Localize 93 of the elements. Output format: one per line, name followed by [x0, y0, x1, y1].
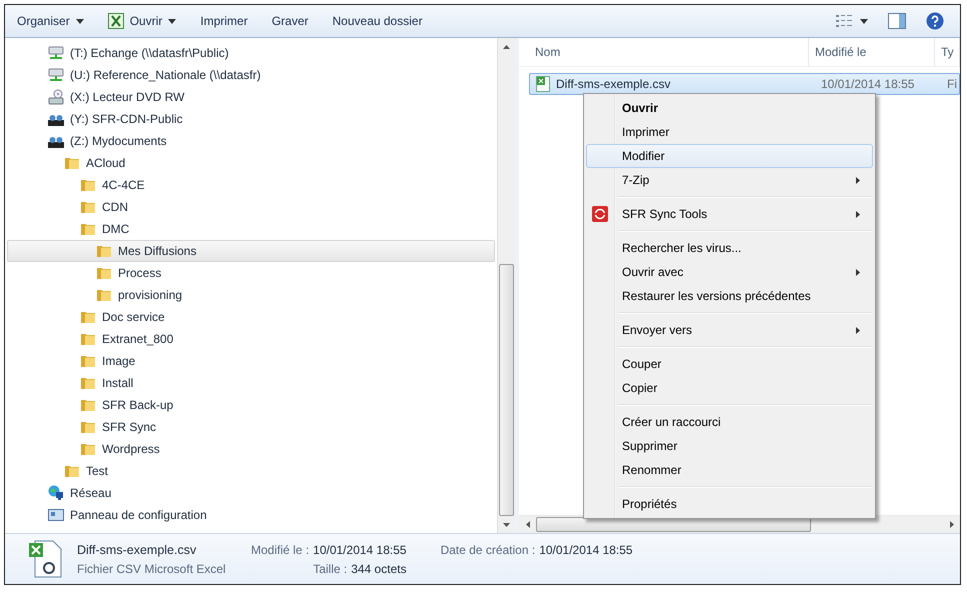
dvd-drive-icon	[48, 89, 64, 105]
tree-item[interactable]: (U:) Reference_Nationale (\\datasfr)	[7, 64, 495, 86]
folder-icon	[96, 243, 112, 259]
folder-icon	[96, 265, 112, 281]
detail-value: 10/01/2014 18:55	[539, 542, 633, 556]
vertical-scrollbar[interactable]	[497, 38, 515, 533]
list-view-icon	[836, 14, 854, 28]
detail-label: Modifié le :	[251, 542, 310, 556]
detail-value: 10/01/2014 18:55	[313, 542, 406, 556]
menu-item[interactable]: Imprimer	[586, 120, 873, 144]
folder-icon	[64, 463, 80, 479]
pane-icon	[888, 13, 906, 29]
tree-item[interactable]: (Y:) SFR-CDN-Public	[7, 108, 495, 130]
tree-item[interactable]: SFR Back-up	[7, 394, 495, 416]
folder-icon	[80, 331, 96, 347]
file-type: Fichier CSV Microsoft Excel	[77, 562, 227, 576]
scroll-left-icon[interactable]	[526, 521, 530, 528]
tree-item[interactable]: Process	[7, 262, 495, 284]
column-header[interactable]: Ty	[935, 38, 960, 66]
tree-item[interactable]: Install	[7, 372, 495, 394]
globe-icon	[48, 485, 64, 501]
folder-icon	[80, 221, 96, 237]
tree-item[interactable]: 4C-4CE	[7, 174, 495, 196]
folder-icon	[80, 419, 96, 435]
tree-item[interactable]: Wordpress	[7, 438, 495, 460]
folder-icon	[80, 199, 96, 215]
tree-item[interactable]: DMC	[7, 218, 495, 240]
toolbar-button[interactable]: Imprimer	[190, 10, 258, 32]
tree-item[interactable]: SFR Sync	[7, 416, 495, 438]
menu-item[interactable]: Créer un raccourci	[586, 410, 873, 434]
network-drive-icon	[48, 45, 64, 61]
tree-item[interactable]: Doc service	[7, 306, 495, 328]
tree-item[interactable]: provisioning	[7, 284, 495, 306]
menu-item[interactable]: Rechercher les virus...	[586, 236, 873, 260]
folder-icon	[80, 309, 96, 325]
column-header[interactable]: Nom	[519, 38, 809, 66]
folder-icon	[80, 375, 96, 391]
control-panel-icon	[48, 507, 64, 523]
network-drive-icon	[48, 67, 64, 83]
menu-item[interactable]: Ouvrir	[586, 96, 873, 120]
folder-icon	[80, 353, 96, 369]
scroll-down-icon[interactable]	[503, 522, 510, 526]
spreadsheet-file-icon	[27, 539, 63, 579]
tree-item[interactable]: Mes Diffusions	[7, 240, 495, 262]
file-name: Diff-sms-exemple.csv	[77, 542, 198, 556]
menu-item[interactable]: SFR Sync Tools	[586, 202, 873, 226]
toolbar-button[interactable]: Ouvrir	[98, 9, 186, 33]
tree-item[interactable]: (X:) Lecteur DVD RW	[7, 86, 495, 108]
scroll-thumb[interactable]	[499, 264, 514, 516]
menu-item[interactable]: 7-Zip	[586, 168, 873, 192]
menu-item[interactable]: Propriétés	[586, 492, 873, 516]
tree-item[interactable]: Image	[7, 350, 495, 372]
tree-item[interactable]: Panneau de configuration	[7, 504, 495, 526]
tree-item[interactable]: Réseau	[7, 482, 495, 504]
detail-label: Taille :	[313, 562, 348, 576]
tree-item[interactable]: ACloud	[7, 152, 495, 174]
sync-icon	[592, 206, 608, 222]
folder-icon	[80, 397, 96, 413]
toolbar-button[interactable]: Graver	[262, 10, 318, 32]
menu-item[interactable]: Renommer	[586, 458, 873, 482]
tree-item[interactable]: CDN	[7, 196, 495, 218]
column-header[interactable]: Modifié le	[809, 38, 935, 66]
menu-item[interactable]: Copier	[586, 376, 873, 400]
spreadsheet-icon	[108, 13, 124, 29]
caret-icon	[168, 18, 176, 24]
toolbar-button[interactable]: Nouveau dossier	[322, 10, 432, 32]
help-icon	[926, 12, 944, 30]
menu-item[interactable]: Modifier	[586, 144, 873, 168]
menu-item[interactable]: Supprimer	[586, 434, 873, 458]
folder-icon	[64, 155, 80, 171]
folder-icon	[96, 287, 112, 303]
menu-item[interactable]: Restaurer les versions précédentes	[586, 284, 873, 308]
file-row[interactable]: Diff-sms-exemple.csv 10/01/2014 18:55 Fi	[529, 73, 960, 95]
toolbar-button[interactable]: Organiser	[17, 10, 94, 32]
scroll-up-icon[interactable]	[503, 44, 510, 48]
caret-icon	[860, 18, 868, 24]
file-name: Diff-sms-exemple.csv	[556, 77, 670, 91]
file-type: Fi	[947, 77, 958, 91]
menu-item[interactable]: Couper	[586, 352, 873, 376]
detail-value: 344 octets	[351, 562, 406, 576]
folder-icon	[80, 177, 96, 193]
tree-item[interactable]: (T:) Echange (\\datasfr\Public)	[7, 42, 495, 64]
caret-icon	[76, 18, 84, 24]
tree-item[interactable]: (Z:) Mydocuments	[7, 130, 495, 152]
menu-item[interactable]: Envoyer vers	[586, 318, 873, 342]
folder-icon	[80, 441, 96, 457]
tree-item[interactable]: Test	[7, 460, 495, 482]
file-date: 10/01/2014 18:55	[821, 77, 916, 91]
tree-item[interactable]: Extranet_800	[7, 328, 495, 350]
detail-label: Date de création :	[440, 542, 536, 556]
scroll-right-icon[interactable]	[950, 521, 954, 528]
menu-item[interactable]: Ouvrir avec	[586, 260, 873, 284]
spreadsheet-file-icon	[536, 76, 552, 92]
